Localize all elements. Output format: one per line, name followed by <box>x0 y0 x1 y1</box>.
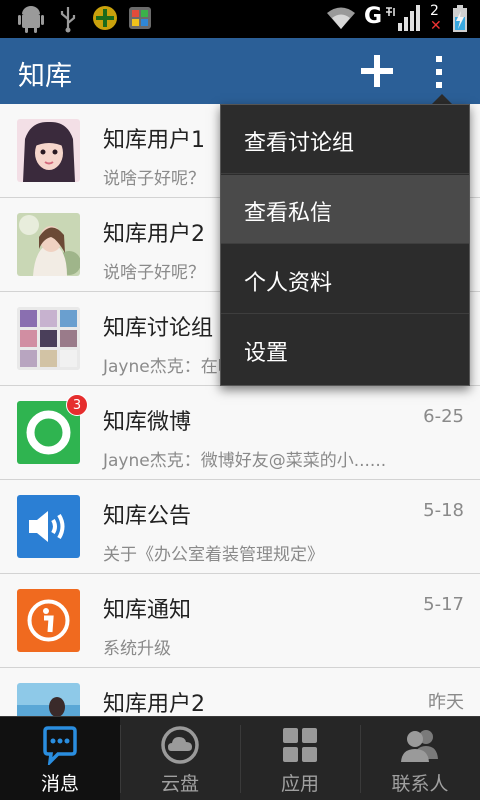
list-item[interactable]: 知库通知 系统升级 5-17 <box>0 574 480 668</box>
conversation-title: 知库用户2 <box>103 692 205 716</box>
store-app-icon <box>129 7 151 29</box>
conversation-preview: Jayne杰克：在吗 <box>103 357 235 377</box>
tab-label: 消息 <box>40 773 79 795</box>
tab-apps[interactable]: 应用 <box>240 717 360 800</box>
conversation-time: 5-17 <box>423 594 464 615</box>
menu-item-view-groups[interactable]: 查看讨论组 <box>221 105 469 174</box>
conversation-preview: 关于《办公室着装管理规定》 <box>103 545 324 565</box>
cloud-icon <box>161 726 199 764</box>
tab-label: 联系人 <box>391 773 449 795</box>
chat-bubble-icon <box>43 726 77 765</box>
conversation-title: 知库微博 <box>103 410 192 435</box>
conversation-time: 6-25 <box>423 406 464 427</box>
conversation-preview: Jayne杰克：微博好友@菜菜的小...... <box>103 451 387 471</box>
list-item[interactable]: 3 知库微博 Jayne杰克：微博好友@菜菜的小...... 6-25 <box>0 386 480 480</box>
add-button[interactable] <box>352 44 402 98</box>
bottom-nav: 消息 云盘 应用 联系人 <box>0 716 480 800</box>
status-bar: G 2 ✕ <box>0 0 480 38</box>
contacts-icon <box>401 730 438 762</box>
conversation-preview: 说啥子好呢？ <box>103 169 205 189</box>
network-type: G <box>364 4 383 29</box>
menu-item-settings[interactable]: 设置 <box>221 315 469 384</box>
avatar <box>17 683 80 716</box>
info-icon <box>17 589 80 652</box>
overflow-menu-icon <box>436 56 442 88</box>
conversation-time: 昨天 <box>428 692 464 713</box>
game-app-icon <box>93 6 117 30</box>
plus-icon <box>361 55 393 87</box>
tab-contacts[interactable]: 联系人 <box>360 717 480 800</box>
signal-icon <box>386 5 420 31</box>
overflow-menu: 查看讨论组 查看私信 个人资料 设置 <box>220 104 470 386</box>
app-bar: 知库 <box>0 38 480 104</box>
app-title: 知库 <box>18 61 72 92</box>
notification-count: 2 <box>430 3 439 19</box>
battery-charging-icon <box>453 5 467 32</box>
tab-label: 云盘 <box>160 773 199 795</box>
avatar <box>17 213 80 276</box>
conversation-title: 知库用户1 <box>103 128 205 153</box>
conversation-title: 知库用户2 <box>103 222 205 247</box>
speaker-icon <box>17 495 80 558</box>
conversation-title: 知库讨论组 <box>103 316 214 341</box>
error-mark-icon: ✕ <box>430 18 442 34</box>
conversation-time: 5-18 <box>423 500 464 521</box>
list-item[interactable]: 知库用户2 昨天 <box>0 668 480 716</box>
unread-badge: 3 <box>66 394 88 416</box>
conversation-title: 知库公告 <box>103 504 192 529</box>
apps-grid-icon <box>283 728 317 762</box>
tab-cloud[interactable]: 云盘 <box>120 717 240 800</box>
android-icon <box>18 6 44 33</box>
conversation-preview: 说啥子好呢？ <box>103 263 205 283</box>
menu-pointer <box>432 94 452 104</box>
tab-label: 应用 <box>280 773 319 795</box>
overflow-menu-button[interactable] <box>420 44 460 98</box>
list-item[interactable]: 知库公告 关于《办公室着装管理规定》 5-18 <box>0 480 480 574</box>
avatar <box>17 119 80 182</box>
tab-messages[interactable]: 消息 <box>0 717 120 800</box>
conversation-preview: 系统升级 <box>103 639 171 659</box>
conversation-title: 知库通知 <box>103 598 192 623</box>
usb-icon <box>60 7 76 33</box>
screen: G 2 ✕ 知库 知库用户1 说啥子好呢？ 知库用户2 说啥子好呢？ 知库讨论组… <box>0 0 480 800</box>
wifi-icon <box>327 7 355 29</box>
menu-item-view-messages[interactable]: 查看私信 <box>221 175 469 244</box>
group-avatar <box>17 307 80 370</box>
menu-item-profile[interactable]: 个人资料 <box>221 245 469 314</box>
